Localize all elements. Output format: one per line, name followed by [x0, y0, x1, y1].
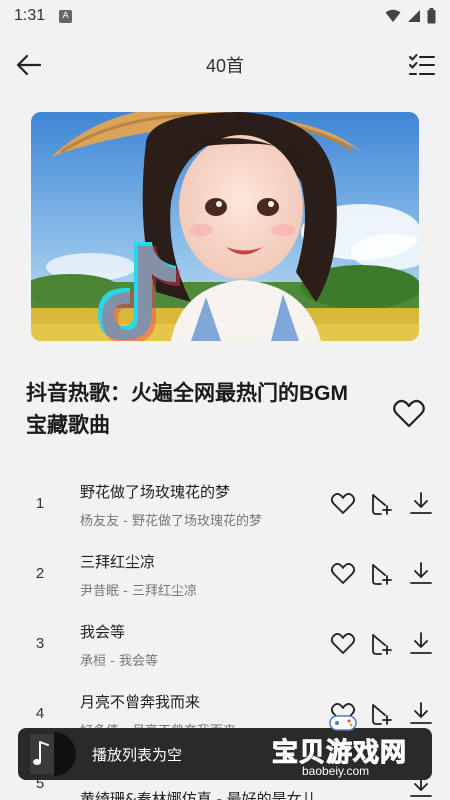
track-title: 三拜红尘凉	[80, 553, 156, 571]
page-title: 40首	[205, 56, 245, 76]
heart-icon[interactable]	[330, 561, 356, 587]
add-to-playlist-icon[interactable]	[369, 491, 395, 517]
download-icon[interactable]	[408, 631, 434, 657]
gamepad-icon	[329, 715, 357, 731]
watermark-url: baobeiy.com	[298, 764, 374, 778]
playlist-cover-image	[31, 112, 419, 341]
track-artist: 杨友友 - 野花做了场玫瑰花的梦	[80, 514, 262, 529]
arrow-left-icon[interactable]	[14, 50, 44, 80]
notification-icon: A	[59, 9, 73, 23]
battery-icon	[427, 8, 436, 24]
track-number: 4	[35, 705, 45, 722]
track-artist: 承桓 - 我会等	[80, 654, 158, 669]
heart-icon[interactable]	[330, 491, 356, 517]
track-artist: 尹昔眠 - 三拜红尘凉	[80, 584, 197, 599]
music-disc-icon	[30, 732, 76, 776]
add-to-playlist-icon[interactable]	[369, 631, 395, 657]
track-number: 3	[35, 635, 45, 652]
heart-icon[interactable]	[330, 631, 356, 657]
track-number: 2	[35, 565, 45, 582]
status-icons	[385, 8, 436, 24]
checklist-icon[interactable]	[408, 51, 436, 79]
top-app-bar: 40首	[0, 42, 450, 88]
player-status-text: 播放列表为空	[92, 745, 183, 764]
download-icon[interactable]	[408, 561, 434, 587]
site-watermark: 宝贝游戏网 baobeiy.com	[271, 712, 432, 782]
status-time: 1:31	[14, 7, 46, 24]
track-number: 1	[35, 495, 45, 512]
download-icon[interactable]	[408, 491, 434, 517]
status-bar: 1:31 A	[0, 0, 450, 32]
track-row[interactable]: 1 野花做了场玫瑰花的梦 杨友友 - 野花做了场玫瑰花的梦	[0, 470, 450, 540]
signal-icon	[408, 10, 420, 22]
track-title: 野花做了场玫瑰花的梦	[80, 483, 231, 501]
track-title: 黄绮珊&秦林娜仿真 - 最好的是女儿	[80, 790, 317, 800]
track-title: 月亮不曾奔我而来	[80, 693, 201, 711]
playlist-title: 抖音热歌：火遍全网最热门的BGM宝藏歌曲	[26, 382, 348, 437]
heart-icon[interactable]	[392, 397, 426, 431]
add-to-playlist-icon[interactable]	[369, 561, 395, 587]
track-row[interactable]: 2 三拜红尘凉 尹昔眠 - 三拜红尘凉	[0, 540, 450, 610]
track-title: 我会等	[80, 623, 126, 641]
track-row[interactable]: 3 我会等 承桓 - 我会等	[0, 610, 450, 680]
wifi-icon	[385, 9, 401, 22]
